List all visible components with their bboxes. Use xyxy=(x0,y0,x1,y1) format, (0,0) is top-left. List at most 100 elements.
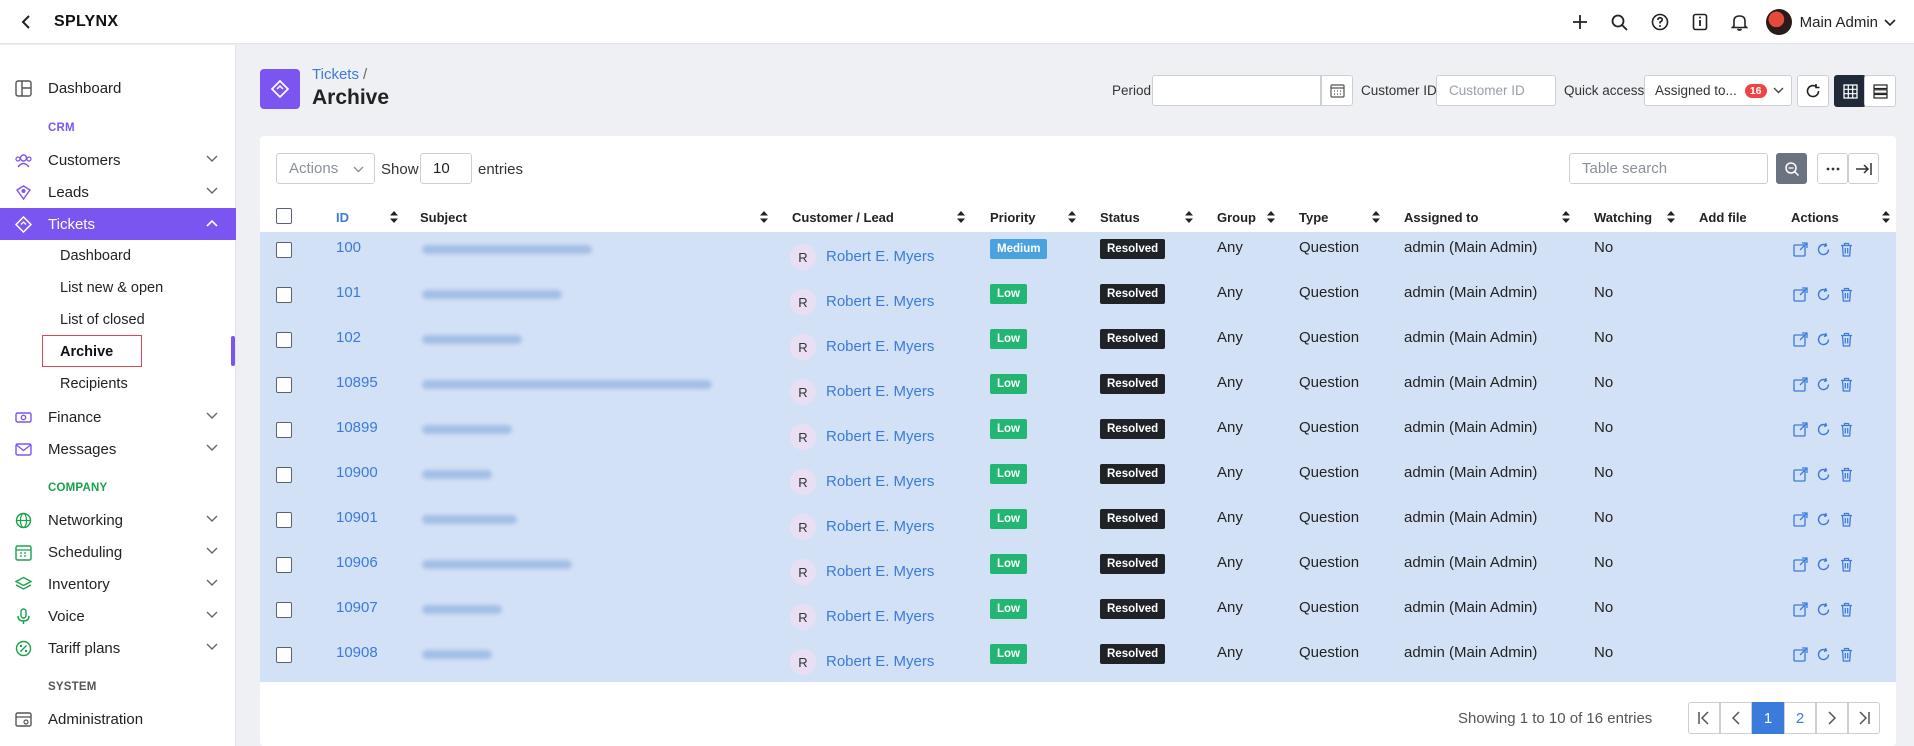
ticket-id-link[interactable]: 10901 xyxy=(336,509,378,526)
sidebar-item-tariff-plans[interactable]: Tariff plans xyxy=(0,632,236,664)
ticket-id-link[interactable]: 10907 xyxy=(336,599,378,616)
column-header-id[interactable]: ID xyxy=(336,210,349,225)
sidebar-item-messages[interactable]: Messages xyxy=(0,433,236,465)
customer-id-input[interactable] xyxy=(1436,75,1556,106)
table-row[interactable]: 10899 R Robert E. Myers Low Resolved Any Quest… xyxy=(260,412,1896,457)
ticket-subject-redacted[interactable] xyxy=(422,245,592,254)
sort-icon[interactable] xyxy=(1667,211,1675,223)
sort-icon[interactable] xyxy=(1562,211,1570,223)
open-external-icon[interactable] xyxy=(1793,287,1808,302)
ticket-id-link[interactable]: 100 xyxy=(336,239,361,256)
customer-link[interactable]: Robert E. Myers xyxy=(826,518,934,535)
open-external-icon[interactable] xyxy=(1793,332,1808,347)
column-header-watching[interactable]: Watching xyxy=(1594,210,1652,225)
sidebar-item-administration[interactable]: Administration xyxy=(0,703,236,735)
trash-icon[interactable] xyxy=(1839,557,1854,572)
customer-link[interactable]: Robert E. Myers xyxy=(826,563,934,580)
ticket-subject-redacted[interactable] xyxy=(422,650,492,659)
open-external-icon[interactable] xyxy=(1793,512,1808,527)
open-external-icon[interactable] xyxy=(1793,557,1808,572)
restore-icon[interactable] xyxy=(1816,467,1831,482)
sort-icon[interactable] xyxy=(1185,211,1193,223)
row-checkbox[interactable] xyxy=(276,602,292,618)
ticket-subject-redacted[interactable] xyxy=(422,290,562,299)
restore-icon[interactable] xyxy=(1816,647,1831,662)
sort-icon[interactable] xyxy=(1267,211,1275,223)
sort-icon[interactable] xyxy=(390,211,398,223)
ticket-id-link[interactable]: 10908 xyxy=(336,644,378,661)
column-header-priority[interactable]: Priority xyxy=(990,210,1036,225)
trash-icon[interactable] xyxy=(1839,422,1854,437)
table-search-input[interactable] xyxy=(1569,153,1768,184)
back-arrow-icon[interactable] xyxy=(16,12,36,32)
info-icon[interactable] xyxy=(1680,0,1720,44)
ticket-id-link[interactable]: 101 xyxy=(336,284,361,301)
open-external-icon[interactable] xyxy=(1793,242,1808,257)
sort-icon[interactable] xyxy=(1882,211,1890,223)
sort-icon[interactable] xyxy=(1068,211,1076,223)
customer-link[interactable]: Robert E. Myers xyxy=(826,428,934,445)
row-checkbox[interactable] xyxy=(276,647,292,663)
last-page-button[interactable] xyxy=(1848,702,1880,734)
sidebar-item-finance[interactable]: Finance xyxy=(0,401,236,433)
trash-icon[interactable] xyxy=(1839,377,1854,392)
trash-icon[interactable] xyxy=(1839,602,1854,617)
customer-link[interactable]: Robert E. Myers xyxy=(826,653,934,670)
trash-icon[interactable] xyxy=(1839,512,1854,527)
page-button-1[interactable]: 1 xyxy=(1752,702,1784,734)
restore-icon[interactable] xyxy=(1816,422,1831,437)
sidebar-item-dashboard[interactable]: Dashboard xyxy=(0,72,236,104)
row-checkbox[interactable] xyxy=(276,377,292,393)
export-button[interactable] xyxy=(1848,153,1879,184)
restore-icon[interactable] xyxy=(1816,512,1831,527)
bell-icon[interactable] xyxy=(1720,0,1760,44)
search-filter-button[interactable] xyxy=(1776,153,1807,184)
trash-icon[interactable] xyxy=(1839,287,1854,302)
period-input[interactable] xyxy=(1152,75,1321,106)
table-row[interactable]: 101 R Robert E. Myers Low Resolved Any Questio… xyxy=(260,277,1896,322)
more-options-button[interactable] xyxy=(1817,153,1848,184)
column-header-group[interactable]: Group xyxy=(1217,210,1256,225)
column-header-customer-lead[interactable]: Customer / Lead xyxy=(792,210,894,225)
trash-icon[interactable] xyxy=(1839,647,1854,662)
table-row[interactable]: 10895 R Robert E. Myers Low Resolved Any Quest… xyxy=(260,367,1896,412)
user-menu[interactable]: Main Admin xyxy=(1765,9,1896,35)
grid-view-button[interactable] xyxy=(1834,75,1866,107)
table-row[interactable]: 10901 R Robert E. Myers Low Resolved Any Quest… xyxy=(260,502,1896,547)
breadcrumb-tickets-link[interactable]: Tickets xyxy=(312,66,359,83)
restore-icon[interactable] xyxy=(1816,332,1831,347)
ticket-subject-redacted[interactable] xyxy=(422,335,522,344)
ticket-subject-redacted[interactable] xyxy=(422,425,512,434)
sidebar-item-inventory[interactable]: Inventory xyxy=(0,568,236,600)
calendar-button[interactable] xyxy=(1321,75,1353,106)
plus-icon[interactable] xyxy=(1560,0,1600,44)
table-row[interactable]: 10906 R Robert E. Myers Low Resolved Any Quest… xyxy=(260,547,1896,592)
sidebar-item-voice[interactable]: Voice xyxy=(0,600,236,632)
restore-icon[interactable] xyxy=(1816,242,1831,257)
sidebar-item-scheduling[interactable]: Scheduling xyxy=(0,536,236,568)
table-row[interactable]: 10908 R Robert E. Myers Low Resolved Any Quest… xyxy=(260,637,1896,682)
customer-link[interactable]: Robert E. Myers xyxy=(826,248,934,265)
row-checkbox[interactable] xyxy=(276,512,292,528)
app-brand[interactable]: SPLYNX xyxy=(54,13,118,31)
sidebar-item-tickets[interactable]: Tickets xyxy=(0,208,236,240)
row-checkbox[interactable] xyxy=(276,422,292,438)
ticket-subject-redacted[interactable] xyxy=(422,380,712,389)
sidebar-subitem-dashboard[interactable]: Dashboard xyxy=(60,248,131,264)
select-all-checkbox[interactable] xyxy=(276,208,292,224)
ticket-id-link[interactable]: 10899 xyxy=(336,419,378,436)
first-page-button[interactable] xyxy=(1688,702,1720,734)
restore-icon[interactable] xyxy=(1816,287,1831,302)
open-external-icon[interactable] xyxy=(1793,647,1808,662)
sort-icon[interactable] xyxy=(760,211,768,223)
row-checkbox[interactable] xyxy=(276,467,292,483)
list-view-button[interactable] xyxy=(1864,75,1896,107)
prev-page-button[interactable] xyxy=(1720,702,1752,734)
sort-icon[interactable] xyxy=(957,211,965,223)
row-checkbox[interactable] xyxy=(276,332,292,348)
page-size-input[interactable] xyxy=(420,153,472,184)
ticket-subject-redacted[interactable] xyxy=(422,605,502,614)
sort-icon[interactable] xyxy=(1372,211,1380,223)
column-header-assigned-to[interactable]: Assigned to xyxy=(1404,210,1478,225)
table-row[interactable]: 10900 R Robert E. Myers Low Resolved Any Quest… xyxy=(260,457,1896,502)
